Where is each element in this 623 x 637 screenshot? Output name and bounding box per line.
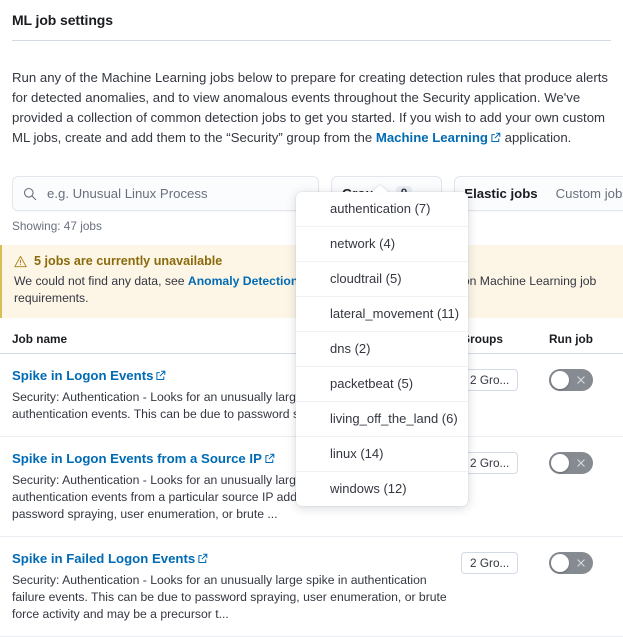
groups-badge[interactable]: 2 Gro...	[461, 452, 519, 475]
job-groups-cell: 2 Gro...	[461, 550, 549, 575]
run-job-toggle[interactable]	[549, 369, 593, 392]
job-type-tabs: Elastic jobs Custom jobs	[454, 176, 623, 212]
job-name-link[interactable]: Spike in Logon Events from a Source IP	[12, 451, 262, 466]
table-row: Spike in Failed Logon Events Security: A…	[0, 537, 623, 637]
popover-arrow	[371, 185, 389, 193]
groups-badge[interactable]: 2 Gro...	[461, 369, 519, 392]
external-link-icon	[197, 551, 208, 569]
intro-text-after: application.	[500, 130, 572, 146]
groups-dropdown-item-dns[interactable]: dns (2)	[296, 332, 468, 367]
groups-dropdown-item-network[interactable]: network (4)	[296, 227, 468, 262]
job-groups-cell: 2 Gro...	[461, 367, 549, 392]
external-link-icon	[155, 368, 166, 386]
groups-dropdown-item-linux[interactable]: linux (14)	[296, 437, 468, 472]
tab-custom-jobs[interactable]: Custom jobs	[547, 177, 623, 210]
groups-dropdown-item-lateral-movement[interactable]: lateral_movement (11)	[296, 297, 468, 332]
job-name-link[interactable]: Spike in Failed Logon Events	[12, 551, 195, 566]
job-name-cell: Spike in Failed Logon Events Security: A…	[12, 550, 461, 623]
external-link-icon	[490, 129, 501, 149]
title-divider	[12, 40, 611, 41]
intro-paragraph: Run any of the Machine Learning jobs bel…	[0, 54, 623, 149]
job-run-cell	[549, 367, 613, 392]
callout-text-before: We could not find any data, see	[14, 274, 188, 289]
close-icon	[576, 375, 586, 385]
external-link-icon	[264, 451, 275, 469]
tab-elastic-jobs[interactable]: Elastic jobs	[455, 177, 546, 210]
column-header-groups: Groups	[461, 332, 503, 347]
groups-badge[interactable]: 2 Gro...	[461, 552, 519, 575]
groups-dropdown-item-cloudtrail[interactable]: cloudtrail (5)	[296, 262, 468, 297]
job-run-cell	[549, 550, 613, 575]
search-icon	[23, 187, 37, 201]
column-header-run-job: Run job	[549, 332, 593, 347]
job-description: Security: Authentication - Looks for an …	[12, 573, 447, 622]
job-name-link-wrap: Spike in Failed Logon Events	[12, 550, 461, 569]
search-input[interactable]	[45, 185, 308, 203]
groups-dropdown-item-authentication[interactable]: authentication (7)	[296, 192, 468, 227]
machine-learning-link[interactable]: Machine Learning	[376, 130, 488, 145]
job-run-cell	[549, 450, 613, 475]
search-box[interactable]	[12, 176, 319, 212]
groups-dropdown-item-windows[interactable]: windows (12)	[296, 472, 468, 506]
close-icon	[576, 558, 586, 568]
groups-dropdown-popover: authentication (7) network (4) cloudtrai…	[296, 192, 468, 506]
toggle-knob	[551, 454, 569, 473]
callout-title-text: 5 jobs are currently unavailable	[34, 254, 223, 269]
job-name-link[interactable]: Spike in Logon Events	[12, 368, 153, 383]
toggle-knob	[551, 371, 569, 390]
close-icon	[576, 458, 586, 468]
groups-dropdown-item-living-off-the-land[interactable]: living_off_the_land (6)	[296, 402, 468, 437]
warning-triangle-icon	[14, 255, 27, 268]
run-job-toggle[interactable]	[549, 552, 593, 575]
groups-dropdown-item-packetbeat[interactable]: packetbeat (5)	[296, 367, 468, 402]
run-job-toggle[interactable]	[549, 452, 593, 475]
page-title: ML job settings	[12, 12, 113, 28]
job-groups-cell: 2 Gro...	[461, 450, 549, 475]
ml-job-settings-panel: ML job settings Run any of the Machine L…	[0, 0, 623, 637]
